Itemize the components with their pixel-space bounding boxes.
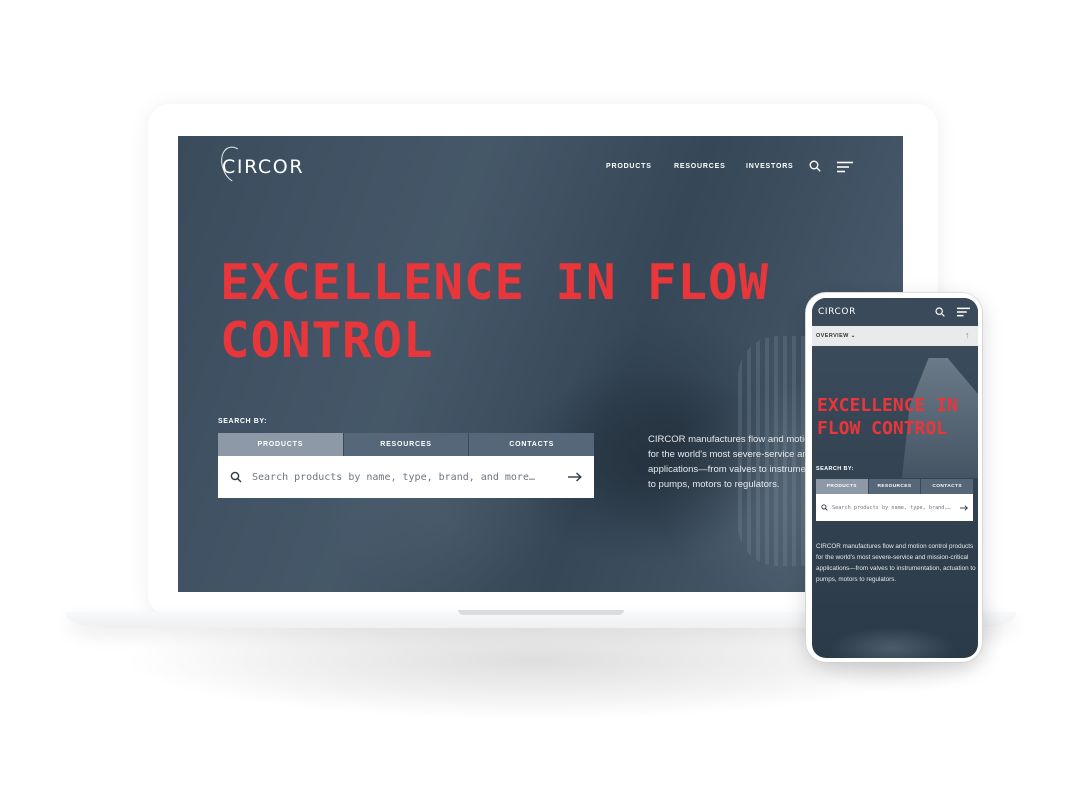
arrow-right-icon[interactable] [568, 472, 582, 482]
nav-item-investors[interactable]: INVESTORS [746, 163, 794, 170]
search-by-label: SEARCH BY: [218, 418, 268, 425]
mobile-tab-products[interactable]: PRODUCTS [816, 479, 869, 494]
search-icon [821, 504, 828, 511]
nav-item-resources[interactable]: RESOURCES [674, 163, 726, 170]
chevron-down-icon: ⌄ [850, 333, 856, 339]
arrow-right-icon[interactable] [960, 504, 968, 511]
nav-item-products[interactable]: PRODUCTS [606, 163, 652, 170]
tab-contacts[interactable]: CONTACTS [469, 433, 595, 456]
background-water [812, 608, 978, 658]
search-input[interactable]: Search products by name, type, brand, an… [252, 472, 568, 483]
mobile-site-logo[interactable]: CIRCOR [818, 307, 856, 317]
mobile-hero-title: EXCELLENCE IN FLOW CONTROL [817, 395, 958, 439]
mobile-tab-resources[interactable]: RESOURCES [868, 479, 922, 494]
laptop-notch [458, 610, 624, 615]
tab-products[interactable]: PRODUCTS [218, 433, 344, 456]
arrow-up-icon[interactable]: ↑ [965, 330, 970, 340]
search-bar[interactable]: Search products by name, type, brand, an… [218, 456, 594, 498]
site-logo[interactable]: CIRCOR [222, 156, 304, 178]
hamburger-menu-icon[interactable] [837, 161, 853, 173]
search-icon [230, 471, 242, 483]
tab-resources[interactable]: RESOURCES [343, 433, 470, 456]
overview-label: OVERVIEW ⌄ [816, 333, 856, 339]
search-icon[interactable] [809, 160, 821, 172]
mobile-search-input[interactable]: Search products by name, type, brand,… [832, 505, 960, 511]
overview-dropdown[interactable]: OVERVIEW ⌄ ↑ [812, 326, 978, 346]
hero-title: EXCELLENCE IN FLOW CONTROL [220, 254, 770, 369]
mobile-search-bar[interactable]: Search products by name, type, brand,… [816, 494, 973, 521]
search-tabs: PRODUCTS RESOURCES CONTACTS [218, 433, 595, 456]
hamburger-menu-icon[interactable] [957, 307, 970, 317]
mobile-screen: CIRCOR OVERVIEW ⌄ ↑ EXCELLENCE IN FLOW C… [812, 298, 978, 658]
mobile-search-by-label: SEARCH BY: [816, 466, 854, 472]
desktop-screen: CIRCOR PRODUCTS RESOURCES INVESTORS EXCE… [178, 136, 903, 592]
mobile-hero-description: CIRCOR manufactures flow and motion cont… [816, 543, 976, 583]
mobile-tab-contacts[interactable]: CONTACTS [921, 479, 974, 494]
search-icon[interactable] [935, 307, 945, 317]
mobile-search-tabs: PRODUCTS RESOURCES CONTACTS [816, 479, 974, 494]
mobile-header: CIRCOR [812, 298, 978, 325]
